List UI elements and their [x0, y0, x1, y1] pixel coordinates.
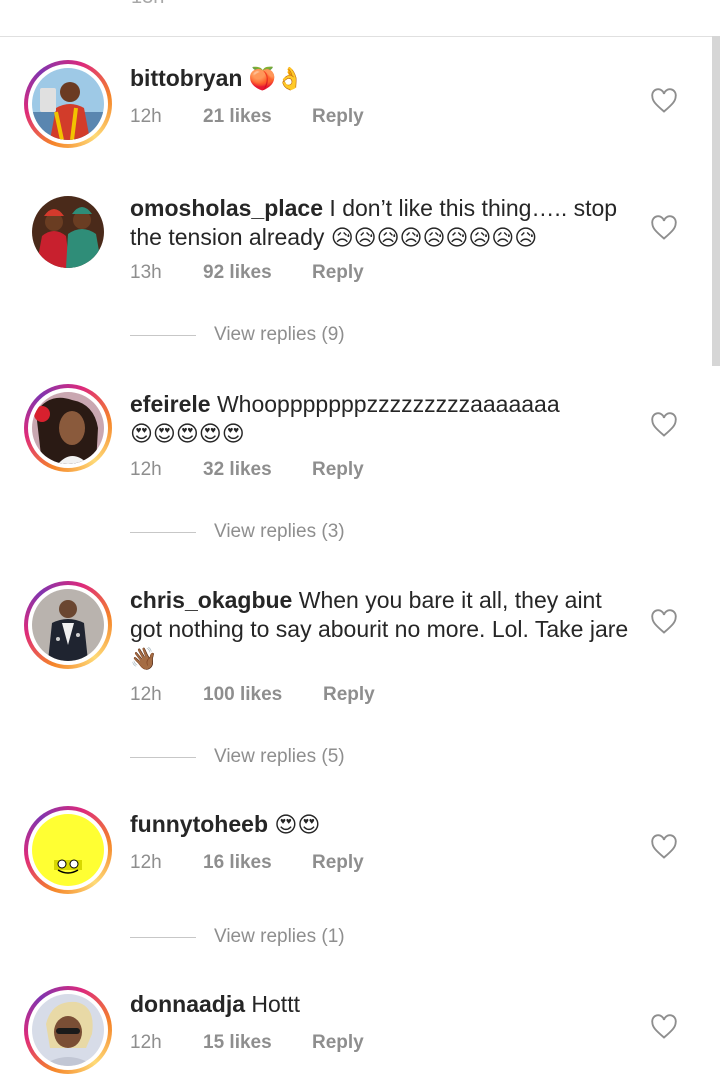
scrollbar[interactable] [712, 36, 720, 366]
comment-username[interactable]: chris_okagbue [130, 587, 292, 613]
comment-time: 12h [130, 852, 162, 873]
comment-likes[interactable]: 21 likes [203, 106, 272, 128]
reply-button[interactable]: Reply [312, 459, 364, 481]
view-replies-label[interactable]: View replies (3) [214, 521, 345, 543]
heart-icon[interactable] [650, 834, 678, 860]
comment-body: Whoopppppppzzzzzzzzzaaaaaaa [216, 391, 560, 417]
comment-emoji: 🍑👌 [248, 67, 304, 92]
comment-time: 12h [130, 459, 162, 480]
reply-button[interactable]: Reply [312, 262, 364, 284]
avatar[interactable] [32, 196, 104, 268]
avatar[interactable] [24, 986, 112, 1074]
comment-time: 12h [130, 684, 162, 705]
divider-line [130, 757, 196, 758]
comment-emoji: 😍😍😍😍😍 [130, 422, 245, 447]
comment-emoji: 😥😥😥😥😥😥😥😥😥 [330, 226, 538, 251]
avatar[interactable] [24, 581, 112, 669]
previous-comment-time: 13h [131, 0, 164, 9]
view-replies-label[interactable]: View replies (1) [214, 926, 345, 948]
comment-likes[interactable]: 15 likes [203, 1032, 272, 1054]
reply-button[interactable]: Reply [323, 684, 375, 706]
comment-text: chris_okagbue When you bare it all, they… [130, 586, 630, 673]
comment-text: donnaadja Hottt [130, 990, 630, 1019]
heart-icon[interactable] [650, 215, 678, 241]
comment-emoji: 👋🏾 [130, 647, 158, 672]
comment-text: efeirele Whoopppppppzzzzzzzzzaaaaaaa 😍😍😍… [130, 390, 630, 448]
comment-username[interactable]: funnytoheeb [130, 811, 268, 837]
reply-button[interactable]: Reply [312, 106, 364, 128]
comment-likes[interactable]: 16 likes [203, 852, 272, 874]
comment-likes[interactable]: 92 likes [203, 262, 272, 284]
comment-time: 13h [130, 262, 162, 283]
divider-line [130, 532, 196, 533]
comment-likes[interactable]: 32 likes [203, 459, 272, 481]
reply-button[interactable]: Reply [312, 1032, 364, 1054]
comment-time: 12h [130, 1032, 162, 1053]
comment-text: bittobryan 🍑👌 [130, 64, 630, 93]
heart-icon[interactable] [650, 412, 678, 438]
heart-icon[interactable] [650, 1014, 678, 1040]
view-replies-label[interactable]: View replies (9) [214, 324, 345, 346]
previous-comment-edge: 13h [0, 0, 720, 37]
divider-line [130, 937, 196, 938]
comment-emoji: 😍😍 [274, 813, 321, 838]
avatar[interactable] [24, 60, 112, 148]
comment-username[interactable]: bittobryan [130, 65, 242, 91]
comment-text: omosholas_place I don’t like this thing…… [130, 194, 630, 252]
comment-username[interactable]: omosholas_place [130, 195, 323, 221]
comment-text: funnytoheeb 😍😍 [130, 810, 630, 839]
comment-username[interactable]: efeirele [130, 391, 211, 417]
comment-likes[interactable]: 100 likes [203, 684, 282, 706]
divider-line [130, 335, 196, 336]
heart-icon[interactable] [650, 88, 678, 114]
heart-icon[interactable] [650, 609, 678, 635]
avatar[interactable] [24, 806, 112, 894]
comment-username[interactable]: donnaadja [130, 991, 245, 1017]
view-replies-label[interactable]: View replies (5) [214, 746, 345, 768]
comment-time: 12h [130, 106, 162, 127]
comment-body: Hottt [251, 991, 300, 1017]
avatar[interactable] [24, 384, 112, 472]
reply-button[interactable]: Reply [312, 852, 364, 874]
